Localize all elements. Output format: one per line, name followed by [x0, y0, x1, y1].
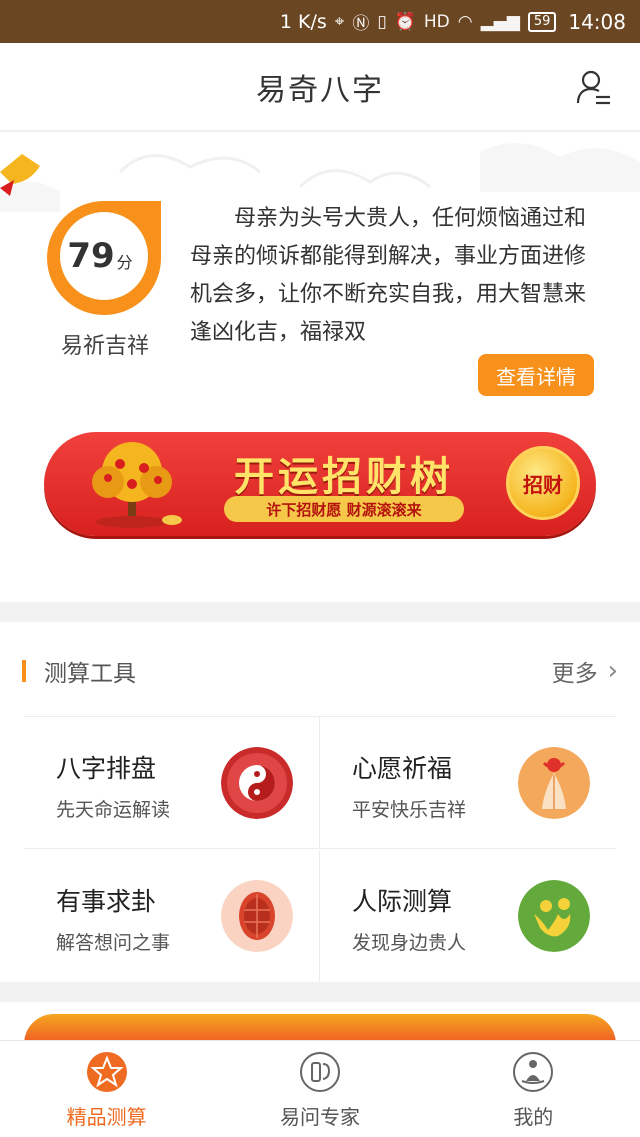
tool-subtitle: 发现身边贵人: [352, 932, 467, 954]
tool-title: 有事求卦: [56, 887, 157, 916]
signal-icon: ▂▄▆: [480, 11, 520, 32]
fortune-tree-banner[interactable]: 开运招财树 许下招财愿 财源滚滚来 招财: [44, 432, 596, 536]
expert-icon: [299, 1051, 341, 1093]
score-number: 79: [67, 236, 115, 276]
network-speed: 1 K/s: [279, 10, 327, 33]
tab-my-profile[interactable]: 我的: [427, 1041, 640, 1137]
bottom-tab-bar: 精品测算 易问专家 我的: [0, 1040, 640, 1137]
user-profile-button[interactable]: [576, 69, 612, 107]
tool-title: 心愿祈福: [352, 754, 453, 783]
banner-subtitle: 许下招财愿 财源滚滚来: [224, 496, 464, 522]
tools-grid: 八字排盘 先天命运解读 心愿祈福 平安快乐吉祥 有事求卦 解答想问之事 人际测算…: [24, 716, 616, 982]
banner-title: 开运招财树: [234, 453, 454, 500]
battery-icon: 59: [527, 11, 557, 32]
tab-premium-readings[interactable]: 精品测算: [0, 1041, 213, 1137]
alarm-icon: ⏰: [394, 11, 416, 32]
star-compass-icon: [86, 1051, 128, 1093]
tab-label: 精品测算: [66, 1105, 147, 1129]
fortune-description: 母亲为头号大贵人，任何烦恼通过和母亲的倾诉都能得到解决，事业方面进修机会多，让你…: [190, 206, 587, 345]
fortune-coin-button[interactable]: 招财: [506, 446, 580, 520]
tool-subtitle: 平安快乐吉祥: [352, 799, 467, 821]
promo-banner-preview[interactable]: [0, 1002, 640, 1042]
tool-wish-blessing[interactable]: 心愿祈福 平安快乐吉祥: [320, 717, 616, 849]
tools-section: 测算工具 更多 › 八字排盘 先天命运解读 心愿祈福 平安快乐吉祥 有事求卦 解…: [0, 622, 640, 982]
location-icon: ⌖: [334, 11, 345, 32]
fortune-card: 79 分 易祈吉祥 母亲为头号大贵人，任何烦恼通过和母亲的倾诉都能得到解决，事业…: [0, 132, 640, 602]
section-accent-bar: [22, 660, 26, 682]
turtle-shell-icon: [221, 880, 293, 952]
more-label: 更多: [551, 661, 598, 687]
view-details-button[interactable]: 查看详情: [478, 354, 594, 396]
wifi-icon: ◠: [457, 11, 473, 32]
user-list-icon: [576, 70, 610, 105]
status-bar: 1 K/s ⌖ Ⓝ ▯ ⏰ HD ◠ ▂▄▆ 59 14:08: [0, 0, 640, 43]
nfc-icon: Ⓝ: [352, 14, 370, 34]
meditation-icon: [512, 1051, 554, 1093]
tool-subtitle: 解答想问之事: [56, 932, 171, 954]
more-link[interactable]: 更多 ›: [552, 654, 618, 688]
chevron-right-icon: ›: [607, 656, 618, 686]
money-tree-icon: [92, 442, 182, 528]
tool-divination[interactable]: 有事求卦 解答想问之事: [24, 850, 320, 982]
vibrate-icon: ▯: [377, 11, 387, 32]
promo-banner-strip: [24, 1014, 616, 1042]
page-title: 易奇八字: [256, 72, 384, 108]
score-unit: 分: [116, 253, 133, 272]
tab-label: 我的: [513, 1105, 554, 1129]
tool-bazi-chart[interactable]: 八字排盘 先天命运解读: [24, 717, 320, 849]
section-title: 测算工具: [44, 661, 136, 687]
people-icon: [518, 880, 590, 952]
tool-title: 八字排盘: [56, 754, 157, 783]
tool-title: 人际测算: [352, 887, 453, 916]
tool-subtitle: 先天命运解读: [56, 799, 171, 821]
tab-ask-expert[interactable]: 易问专家: [213, 1041, 426, 1137]
tools-header: 测算工具 更多 ›: [0, 622, 640, 718]
praying-hands-icon: [518, 747, 590, 819]
hd-icon: HD: [423, 11, 450, 32]
app-header: 易奇八字: [0, 43, 640, 131]
score-label: 易祈吉祥: [60, 334, 149, 359]
clock: 14:08: [568, 9, 626, 34]
yin-yang-icon: [221, 747, 293, 819]
tab-label: 易问专家: [279, 1105, 360, 1129]
score-value: 79 分: [45, 197, 155, 315]
tool-relationship[interactable]: 人际测算 发现身边贵人: [320, 850, 616, 982]
